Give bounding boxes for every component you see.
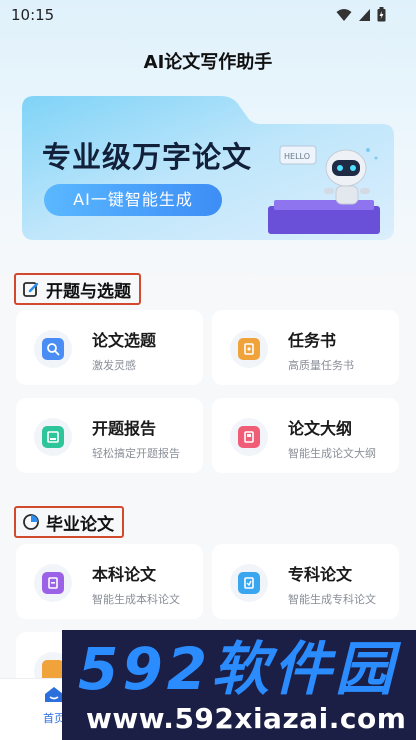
card-subtitle: 智能生成专科论文: [288, 593, 376, 606]
college-thesis-icon: [238, 572, 260, 594]
banner-title: 专业级万字论文: [42, 140, 253, 174]
watermark-overlay: 592软件园 www.592xiazai.com: [62, 630, 416, 740]
hero-banner[interactable]: 专业级万字论文 AI一键智能生成 HELLO: [22, 96, 394, 240]
section-label: 开题与选题: [46, 281, 131, 302]
signal-icon: [359, 8, 370, 21]
status-bar: 10:15: [0, 0, 416, 30]
wifi-icon: [336, 8, 352, 21]
card-icon-wrap: [230, 418, 268, 456]
status-time: 10:15: [11, 6, 55, 24]
task-book-icon: [238, 338, 260, 360]
undergrad-thesis-icon: [42, 572, 64, 594]
banner-generate-pill[interactable]: AI一键智能生成: [44, 184, 222, 216]
search-icon: [42, 338, 64, 360]
card-icon-wrap: [230, 330, 268, 368]
card-undergrad-thesis[interactable]: 本科论文 智能生成本科论文: [16, 544, 203, 619]
card-college-thesis[interactable]: 专科论文 智能生成专科论文: [212, 544, 399, 619]
edit-note-icon: [23, 282, 39, 297]
robot-sign-text: HELLO: [284, 152, 310, 161]
card-title: 任务书: [288, 331, 337, 350]
card-topic-selection[interactable]: 论文选题 激发灵感: [16, 310, 203, 385]
status-icons: [336, 7, 386, 22]
section-label: 毕业论文: [46, 514, 114, 535]
card-subtitle: 智能生成本科论文: [92, 593, 180, 606]
page-title: AI论文写作助手: [143, 52, 273, 73]
section-header-graduation: 毕业论文: [14, 506, 124, 538]
card-icon-wrap: [34, 564, 72, 602]
card-title: 论文大纲: [288, 419, 353, 438]
battery-icon: [377, 7, 386, 22]
robot-illustration: HELLO: [268, 145, 380, 234]
watermark-logo: 592软件园: [78, 635, 398, 703]
card-subtitle: 激发灵感: [92, 359, 136, 372]
card-icon-wrap: [230, 564, 268, 602]
card-icon-wrap: [34, 330, 72, 368]
card-icon-wrap: [34, 418, 72, 456]
card-title: 开题报告: [92, 419, 157, 438]
card-subtitle: 高质量任务书: [288, 359, 354, 372]
card-proposal-report[interactable]: 开题报告 轻松搞定开题报告: [16, 398, 203, 473]
card-task-book[interactable]: 任务书 高质量任务书: [212, 310, 399, 385]
section-header-proposal: 开题与选题: [14, 273, 141, 305]
card-thesis-outline[interactable]: 论文大纲 智能生成论文大纲: [212, 398, 399, 473]
card-title: 专科论文: [288, 565, 353, 584]
pie-chart-icon: [23, 514, 39, 530]
outline-book-icon: [238, 426, 260, 448]
report-icon: [42, 426, 64, 448]
card-subtitle: 轻松搞定开题报告: [92, 447, 180, 460]
card-subtitle: 智能生成论文大纲: [288, 447, 376, 460]
watermark-url: www.592xiazai.com: [86, 702, 407, 735]
card-title: 论文选题: [92, 331, 157, 350]
card-title: 本科论文: [92, 565, 157, 584]
